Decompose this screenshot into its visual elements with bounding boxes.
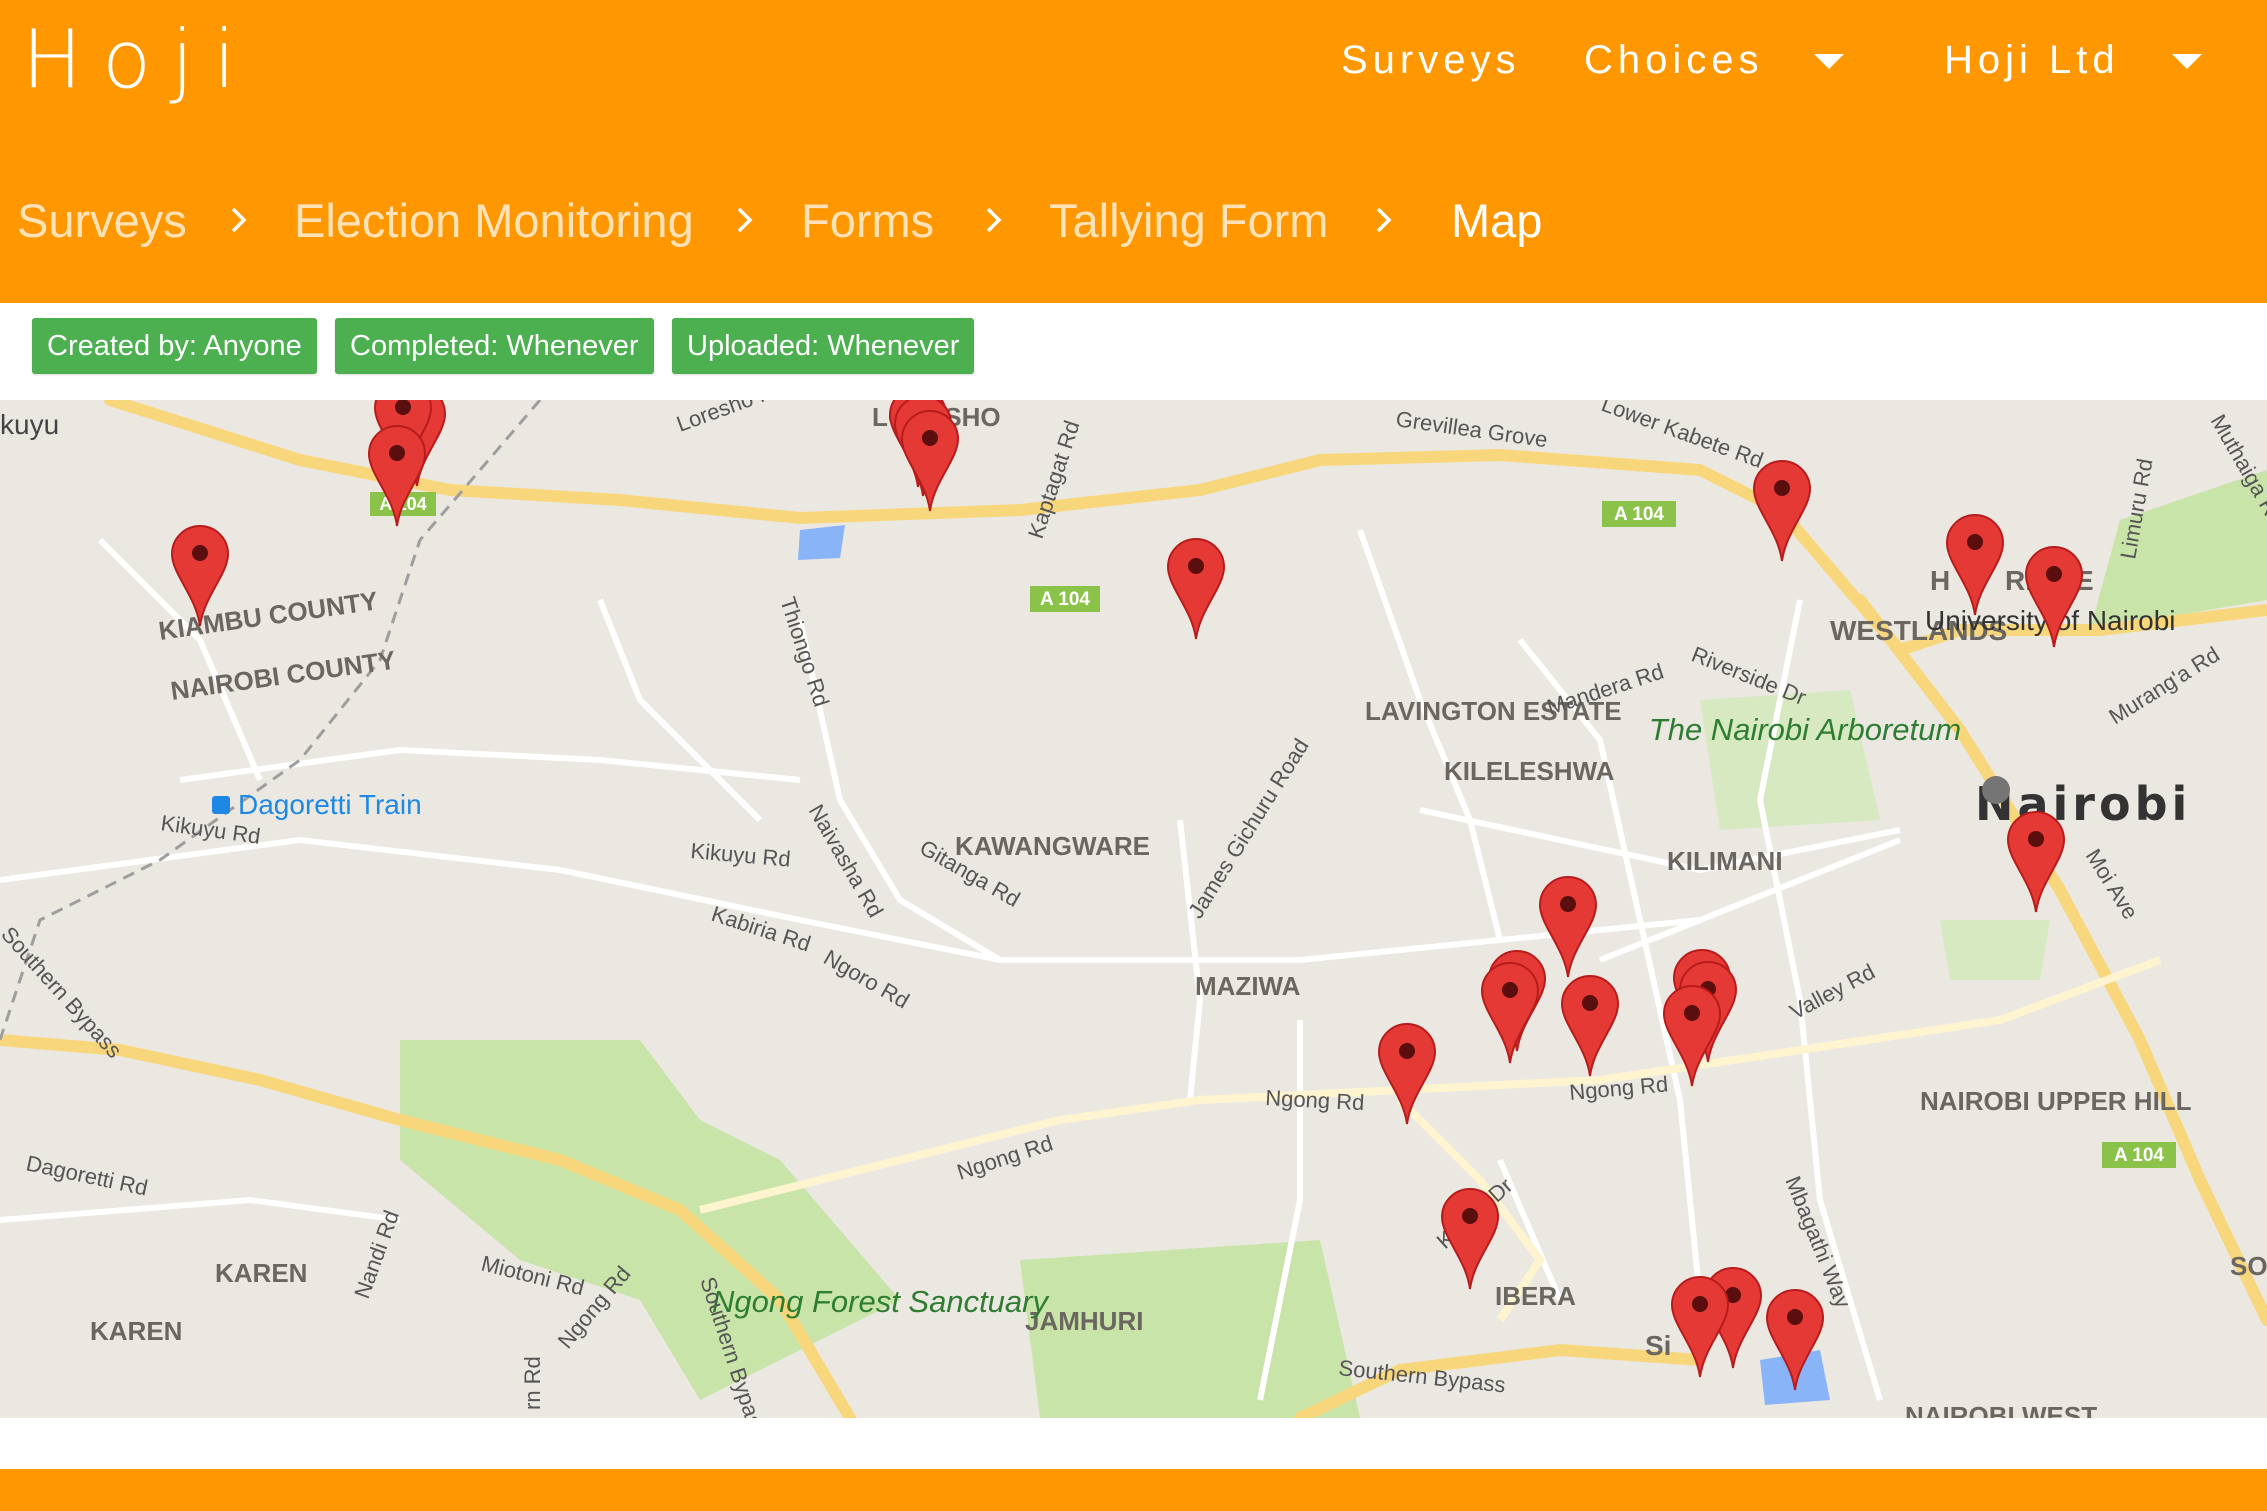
- map-label: KILIMANI: [1667, 846, 1783, 876]
- breadcrumb-surveys[interactable]: Surveys: [17, 188, 187, 254]
- map-label: KILELESHWA: [1444, 756, 1615, 786]
- breadcrumb-forms[interactable]: Forms: [801, 188, 934, 254]
- choices-caret-icon[interactable]: [1814, 54, 1844, 69]
- road-label: Ngong Rd: [1265, 1085, 1365, 1115]
- map-label: NAIROBI UPPER HILL: [1920, 1086, 2192, 1116]
- map-label: H: [1930, 565, 1950, 596]
- park-arboretum: [1700, 690, 1880, 830]
- nav-surveys[interactable]: Surveys: [1341, 32, 1521, 88]
- map-label: Si: [1645, 1330, 1671, 1361]
- park-label-arboretum: The Nairobi Arboretum: [1649, 712, 1961, 747]
- filter-completed[interactable]: Completed: Whenever: [335, 318, 654, 374]
- map-label: IBERA: [1495, 1281, 1576, 1311]
- breadcrumb-tallying-form[interactable]: Tallying Form: [1049, 188, 1328, 254]
- chevron-right-icon: [737, 207, 753, 233]
- map-label: MAZIWA: [1195, 971, 1301, 1001]
- road-label: rn Rd: [520, 1356, 545, 1410]
- filter-uploaded[interactable]: Uploaded: Whenever: [672, 318, 975, 374]
- svg-text:A 104: A 104: [2114, 1145, 2164, 1166]
- map-canvas[interactable]: A 104 A 104 A 104 A 104 kuyu LORESHO KAW…: [0, 400, 2267, 1418]
- filter-created-by[interactable]: Created by: Anyone: [32, 318, 317, 374]
- breadcrumb-election-monitoring[interactable]: Election Monitoring: [294, 188, 694, 254]
- bottom-bar: [0, 1469, 2267, 1511]
- svg-text:A 104: A 104: [1614, 504, 1664, 525]
- water-body: [798, 525, 845, 560]
- map-label: SOUT: [2230, 1251, 2267, 1281]
- map-label: NAIROBI WEST: [1905, 1401, 2097, 1418]
- top-bar: Hoji Surveys Choices Hoji Ltd Surveys El…: [0, 0, 2267, 303]
- park-label-ngong-forest: Ngong Forest Sanctuary: [712, 1284, 1051, 1319]
- breadcrumb-map: Map: [1451, 194, 1543, 247]
- map-label: KAWANGWARE: [955, 831, 1150, 861]
- chevron-right-icon: [986, 207, 1002, 233]
- road-shield: A 104: [1602, 501, 1676, 527]
- svg-text:A 104: A 104: [1040, 589, 1090, 610]
- chevron-right-icon: [231, 207, 247, 233]
- chevron-right-icon: [1376, 207, 1392, 233]
- account-caret-icon[interactable]: [2172, 54, 2202, 69]
- nav-choices[interactable]: Choices: [1584, 32, 1764, 88]
- landmark-train: Dagoretti Train: [238, 789, 422, 820]
- app-logo[interactable]: Hoji: [22, 14, 256, 106]
- road-shield: A 104: [1030, 586, 1100, 612]
- map-view[interactable]: A 104 A 104 A 104 A 104 kuyu LORESHO KAW…: [0, 400, 2267, 1418]
- university-icon: [1982, 776, 2010, 804]
- road-shield: A 104: [2102, 1142, 2176, 1168]
- park-area: [1940, 920, 2050, 980]
- map-label: kuyu: [0, 409, 59, 440]
- map-label: KAREN: [215, 1258, 307, 1288]
- train-station-icon: [212, 796, 230, 814]
- map-label: KAREN: [90, 1316, 182, 1346]
- nav-account[interactable]: Hoji Ltd: [1944, 32, 2120, 88]
